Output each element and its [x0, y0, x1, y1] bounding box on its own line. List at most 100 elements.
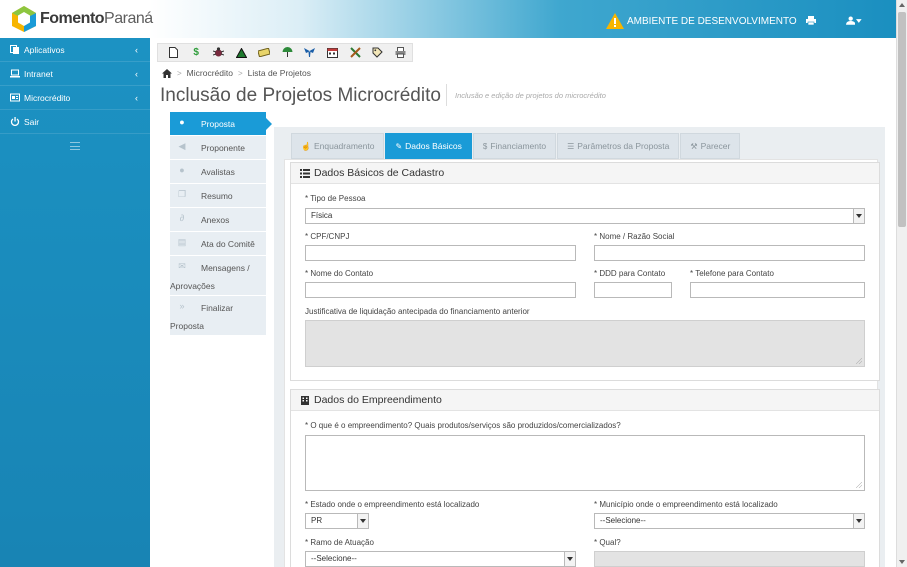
umbrella-icon[interactable] [276, 44, 299, 61]
tab-parecer[interactable]: ⚒ Parecer [680, 133, 741, 159]
chevron-down-icon[interactable] [853, 209, 864, 223]
copy-icon [10, 45, 19, 54]
money-icon[interactable] [253, 44, 276, 61]
printer-icon[interactable] [389, 44, 412, 61]
tipo-pessoa-label: * Tipo de Pessoa [305, 194, 366, 203]
app-toolbar: $ [157, 43, 413, 62]
breadcrumb: > Microcrédito > Lista de Projetos [162, 68, 311, 78]
print-button[interactable] [806, 16, 816, 26]
sidebar-item-aplicativos[interactable]: Aplicativos ‹ [0, 38, 150, 62]
bug-icon[interactable] [207, 44, 230, 61]
resize-grip-icon [856, 482, 862, 488]
tag-icon[interactable] [367, 44, 390, 61]
scrollbar-thumb[interactable] [898, 12, 906, 227]
ddd-contato-input[interactable] [594, 282, 672, 298]
breadcrumb-item-microcredito[interactable]: Microcrédito [187, 68, 233, 78]
estado-select[interactable]: PR [305, 513, 369, 529]
gavel-icon: ⚒ [690, 141, 698, 151]
user-menu-button[interactable] [846, 16, 862, 25]
qual-label: * Qual? [594, 538, 621, 547]
step-label: Proposta [201, 119, 236, 129]
brand-name-part1: Fomento [40, 10, 105, 27]
qual-input [594, 551, 865, 567]
main-panel: ☝ Enquadramento ✎ Dados Básicos $ Financ… [274, 127, 885, 567]
tie-icon[interactable] [298, 44, 321, 61]
chevron-down-icon[interactable] [853, 514, 864, 528]
step-proposta[interactable]: ● Proposta [170, 112, 272, 136]
dollar-icon[interactable]: $ [185, 44, 208, 61]
ramo-atuacao-select[interactable]: --Selecione-- [305, 551, 576, 567]
tab-parametros-proposta[interactable]: ☰ Parâmetros da Proposta [557, 133, 680, 159]
tools-icon[interactable] [344, 44, 367, 61]
telefone-contato-label: * Telefone para Contato [690, 269, 774, 278]
step-label: Finalizar [201, 303, 234, 313]
triangle-icon[interactable] [230, 44, 253, 61]
calendar-icon[interactable] [321, 44, 344, 61]
resize-grip-icon [856, 358, 862, 364]
home-icon[interactable] [162, 68, 172, 78]
empreendimento-textarea[interactable] [305, 435, 865, 491]
tab-label: Financiamento [490, 141, 547, 151]
tab-dados-basicos[interactable]: ✎ Dados Básicos [385, 133, 472, 159]
scroll-up-icon[interactable] [899, 3, 905, 7]
menu-icon[interactable] [70, 142, 80, 150]
id-card-icon [10, 93, 20, 102]
sidebar-item-intranet[interactable]: Intranet ‹ [0, 62, 150, 86]
sidebar-item-label: Microcrédito [24, 92, 71, 103]
tab-label: Parâmetros da Proposta [577, 141, 670, 151]
chevron-down-icon[interactable] [357, 514, 368, 528]
sidebar-item-label: Sair [24, 116, 40, 127]
step-label-line2: Aprovações [170, 281, 215, 291]
sidebar-item-label: Aplicativos [24, 44, 65, 55]
step-mensagens-aprovacoes[interactable]: ✉ Mensagens / Aprovações [170, 256, 266, 296]
list-icon: ☰ [567, 141, 575, 151]
section-title: Dados Básicos de Cadastro [314, 167, 445, 179]
step-ata-comite[interactable]: ▤ Ata do Comitê [170, 232, 266, 256]
step-resumo[interactable]: ❐ Resumo [170, 184, 266, 208]
cpf-cnpj-input[interactable] [305, 245, 576, 261]
nome-razao-social-input[interactable] [594, 245, 865, 261]
section-header: Dados Básicos de Cadastro [291, 163, 879, 184]
sidebar-item-label: Intranet [24, 68, 53, 79]
chevron-down-icon[interactable] [564, 552, 575, 566]
step-anexos[interactable]: ∂ Anexos [170, 208, 266, 232]
print-icon [806, 16, 816, 26]
breadcrumb-separator: > [237, 68, 243, 78]
cpf-cnpj-label: * CPF/CNPJ [305, 232, 350, 241]
caret-down-icon [856, 18, 862, 23]
content-area: $ > Microcrédito > Lista de Projetos Inc… [150, 38, 896, 567]
vertical-scrollbar[interactable] [896, 0, 907, 567]
ramo-atuacao-value: --Selecione-- [311, 554, 357, 563]
page-title: Inclusão de Projetos Microcrédito [160, 85, 441, 106]
scroll-down-icon[interactable] [899, 560, 905, 564]
logo[interactable]: FomentoParaná [10, 5, 153, 33]
step-proponente[interactable]: ◀ Proponente [170, 136, 266, 160]
sidebar-item-sair[interactable]: Sair [0, 110, 150, 134]
telefone-contato-input[interactable] [690, 282, 865, 298]
brand-name-part2: Paraná [104, 10, 153, 27]
warning-icon [606, 13, 624, 29]
municipio-select[interactable]: --Selecione-- [594, 513, 865, 529]
breadcrumb-item-lista-projetos[interactable]: Lista de Projetos [248, 68, 311, 78]
ramo-atuacao-label: * Ramo de Atuação [305, 538, 374, 547]
step-label: Avalistas [201, 167, 235, 177]
tab-enquadramento[interactable]: ☝ Enquadramento [291, 133, 385, 159]
document-icon[interactable] [162, 44, 185, 61]
tab-label: Enquadramento [313, 141, 375, 151]
building-icon [301, 395, 309, 405]
estado-label: * Estado onde o empreendimento está loca… [305, 500, 480, 509]
pencil-icon: ✎ [395, 141, 403, 151]
step-label: Resumo [201, 191, 233, 201]
nome-contato-input[interactable] [305, 282, 576, 298]
tab-content: Dados Básicos de Cadastro * Tipo de Pess… [284, 159, 880, 567]
step-avalistas[interactable]: ● Avalistas [170, 160, 266, 184]
logo-mark-icon [12, 6, 36, 32]
step-finalizar-proposta[interactable]: » Finalizar Proposta [170, 296, 266, 336]
user-icon: ● [179, 117, 185, 127]
tab-financiamento[interactable]: $ Financiamento [472, 133, 557, 159]
section-dados-basicos-cadastro: Dados Básicos de Cadastro * Tipo de Pess… [290, 162, 880, 381]
logo-text: FomentoParaná [40, 10, 153, 28]
tipo-pessoa-select[interactable]: Física [305, 208, 865, 224]
sidebar-item-microcredito[interactable]: Microcrédito ‹ [0, 86, 150, 110]
volume-icon: ◀ [178, 141, 186, 151]
